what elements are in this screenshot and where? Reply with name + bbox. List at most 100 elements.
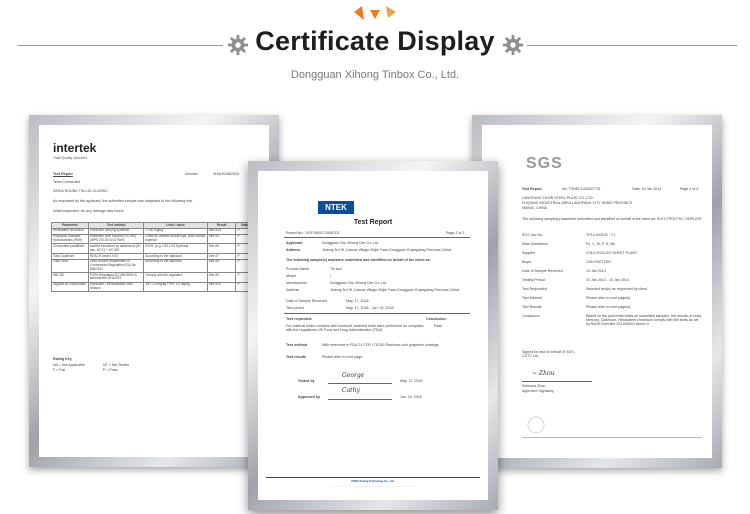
table-cell: See #4: [206, 233, 237, 245]
table-cell: Total Lead: [51, 258, 89, 274]
certificate-paper-intertek: intertek Total Quality. Assured. Test Re…: [39, 125, 269, 457]
inspection-line: Initial inspection: No any damage was fo…: [53, 209, 125, 213]
table-cell: Chlorinated paraffines: [51, 243, 89, 254]
table-cell: According to the standard: [143, 258, 208, 274]
field-label: Manufacturer: [286, 281, 308, 285]
rating-key-item: NA = Not Applicable: [53, 363, 85, 367]
field-label: Main Substance: [522, 242, 548, 246]
footer-area: [522, 437, 702, 450]
applicant-label: Applicant: [286, 241, 303, 245]
report-number: SHAH01662524: [213, 172, 239, 176]
sample-notice: The following sample(s) was/were submitt…: [286, 258, 431, 262]
rating-key-title: Rating Key: [53, 357, 72, 361]
ntek-logo: NTEK: [318, 201, 354, 214]
table-cell: TBT 1.0 mg/kg TPhT 1.0 mg/kg: [143, 281, 208, 293]
field-value: Please refer to next page(s): [586, 296, 631, 300]
field-value: COLD-ROLLED SHEET PLANT: [586, 251, 638, 255]
field-value: Dongguan City Xihong Can Co.,Ltd.: [330, 281, 388, 285]
table-row: Polycyclic Aromatic Hydrocarbons (PAH) Ex…: [51, 233, 257, 245]
field-label: Testing Period: [522, 278, 545, 282]
test-results-label: Test results: [286, 355, 306, 359]
table-cell: HBCDD: [51, 272, 89, 283]
intertek-logo: intertek: [53, 141, 97, 155]
table-cell: Limits for articles except toys, food co…: [143, 233, 208, 245]
results-table: Parameter Test method Limit / value Resu…: [51, 222, 257, 293]
approver-signature-image: Cathy: [342, 387, 360, 394]
tested-date: May. 17, 2018: [400, 379, 423, 383]
table-cell: POPs Regulation EC 850/2004 & amendment …: [87, 272, 145, 283]
heading-rule: [284, 237, 470, 238]
field-value: Based on the performed tests on submitte…: [586, 314, 702, 327]
report-title: Test Report: [353, 219, 393, 226]
signature-line: [328, 383, 392, 384]
field-value: Fe, C, Si, P, S, Mn: [586, 242, 616, 246]
date-received-label: Date of Sample Received: [286, 299, 327, 303]
signature-line: [522, 381, 592, 382]
signature-line: [328, 399, 392, 400]
client-zip: 065000, CHINA: [522, 206, 548, 210]
section-rule: [284, 313, 470, 314]
field-value: Jiulong 3rd St.,Liaoxia Village,Shijie T…: [330, 288, 459, 292]
rating-key-item: P = Pass: [103, 368, 118, 372]
approved-date: Jun. 04, 2018: [400, 395, 422, 399]
table-cell: Lead content requirement in Commission R…: [87, 258, 145, 274]
applicant-value: Dongguan City Xihong Can Co.,Ltd.: [322, 241, 380, 245]
test-requested-label: Test requested:: [286, 317, 313, 321]
field-label: Address: [286, 288, 300, 292]
divider-right: [527, 45, 737, 46]
test-period-label: Test period: [286, 306, 304, 310]
field-value: 10 Jan 2014: [586, 269, 606, 273]
footer-address-line: ········································…: [329, 485, 417, 488]
date-received-value: May. 17, 2018: [346, 299, 369, 303]
table-cell: SVHC (e.g. C10-C13 Species): [143, 243, 208, 254]
conclusion-label: Conclusion:: [426, 317, 447, 321]
tested-by-label: Tested by: [298, 379, 315, 383]
table-cell: solvent extraction by ultrasound (30 min…: [87, 243, 145, 254]
conclusion-value: Pass: [434, 324, 442, 328]
field-value: 10 Jan 2014 - 15 Jan 2014: [586, 278, 629, 282]
certificate-paper-ntek: NTEK Test Report Report No.: DGF18051715…: [258, 171, 488, 500]
page-number: Page 1 of 5: [680, 187, 699, 191]
test-period-value: May. 17, 2018 - Jun. 04, 2018: [346, 306, 394, 310]
gear-icon: [502, 34, 524, 56]
field-value: /: [330, 274, 331, 278]
client-company: LANGFANG FUXIN STEEL PLATE CO.,LTD.: [522, 196, 594, 200]
certificate-frame-sgs: SGS Test Report No. TSNEC1400027701 Date…: [472, 115, 722, 468]
signer-name: Rebecca Zhou: [522, 384, 546, 388]
field-label: SGS Job No.: [522, 233, 543, 237]
table-cell: See #10: [206, 281, 237, 293]
signed-on-behalf: Signed for and on behalf of SGS-CSTC Ltd…: [522, 350, 575, 359]
table-cell: Polycyclic Aromatic Hydrocarbons (PAH): [51, 233, 89, 245]
footer-company: NTEK Testing Technology Co., Ltd.: [351, 480, 395, 483]
field-label: Test Requested: [522, 287, 547, 291]
intro-line: The following sample(s) was/were submitt…: [522, 217, 702, 221]
field-label: Product Name: [286, 267, 309, 271]
client-address: FUQIANG INDUSTRIAL AREA LANGFANG CITY HE…: [522, 201, 633, 205]
approved-by-label: Approved by: [298, 395, 320, 399]
table-cell: Extraction / Derivatization with Ethanol: [87, 281, 145, 293]
field-label: Conclusion: [522, 314, 540, 318]
table-row: Organic tin compounds Extraction / Deriva…: [51, 281, 257, 293]
address-label: Address: [286, 248, 301, 252]
test-method-value: With reference to FDA 21 CFR 175.300 Res…: [322, 343, 440, 347]
header-accent-icon: [354, 6, 396, 20]
test-requested-value: For material which contacts with foodstu…: [286, 324, 424, 333]
title-row: Certificate Display: [0, 26, 750, 66]
page-title: Certificate Display: [255, 26, 495, 56]
field-value: TP14-000102 - TJ: [586, 233, 615, 237]
report-number: No. TSNEC1400027701: [562, 187, 601, 191]
field-label: Test Results: [522, 305, 542, 309]
field-label: Supplier: [522, 251, 536, 255]
test-method-label: Test method: [286, 343, 308, 347]
field-value: CAN FACTORY: [586, 260, 612, 264]
signature-image: ~ Zhou: [532, 370, 555, 377]
field-value: Please refer to next page(s): [586, 305, 631, 309]
tester-signature-image: George: [342, 372, 365, 379]
address-value: Jiulong 3rd St.,Liaoxia Village,Shijie T…: [322, 248, 451, 252]
certificate-frame-intertek: intertek Total Quality. Assured. Test Re…: [29, 115, 279, 467]
field-label: Date of Sample Received: [522, 269, 563, 273]
table-row: Chlorinated paraffines solvent extraction…: [51, 243, 257, 254]
field-label: Model: [286, 274, 296, 278]
footer-rule: [266, 477, 480, 478]
certificate-frame-ntek: NTEK Test Report Report No.: DGF18051715…: [248, 161, 498, 510]
